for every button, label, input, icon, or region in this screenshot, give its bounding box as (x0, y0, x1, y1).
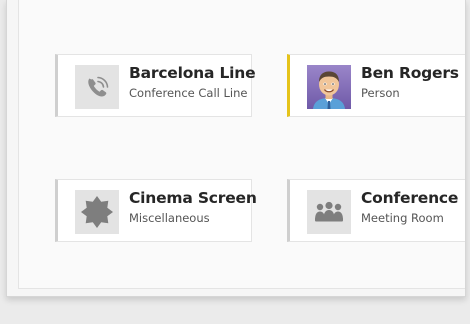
avatar (307, 65, 351, 109)
card-cinema-screen[interactable]: Cinema Screen Miscellaneous (55, 179, 257, 242)
card-barcelona-line[interactable]: Barcelona Line Conference Call Line (55, 54, 256, 117)
app-window: Barcelona Line Conference Call Line Ben … (6, 0, 466, 297)
card-title: Barcelona Line (129, 64, 256, 82)
meeting-room-icon (307, 190, 351, 234)
card-ben-rogers[interactable]: Ben Rogers Person (287, 54, 465, 117)
phone-icon (75, 65, 119, 109)
card-title: Ben Rogers (361, 64, 459, 82)
card-title: Cinema Screen (129, 189, 257, 207)
card-subtitle: Meeting Room (361, 211, 444, 225)
card-conference[interactable]: Conference Meeting Room (287, 179, 465, 242)
content-panel: Barcelona Line Conference Call Line Ben … (18, 0, 465, 289)
card-subtitle: Miscellaneous (129, 211, 210, 225)
card-title: Conference (361, 189, 459, 207)
starburst-icon (75, 190, 119, 234)
card-subtitle: Conference Call Line (129, 86, 248, 100)
card-subtitle: Person (361, 86, 400, 100)
